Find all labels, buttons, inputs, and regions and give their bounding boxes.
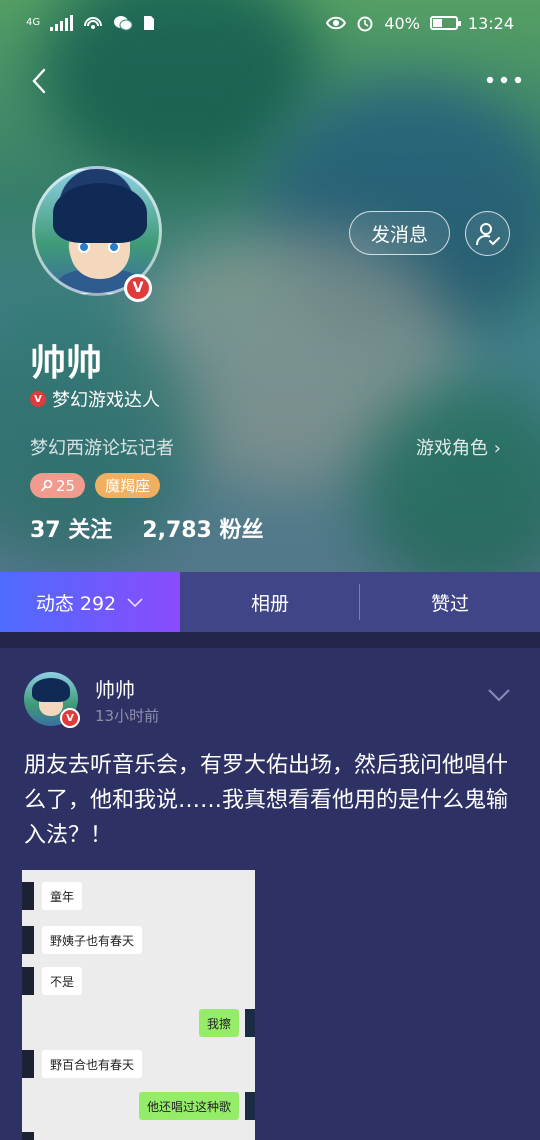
back-arrow-icon[interactable] [26,64,54,98]
chat-bubble: 野百合也有春天 [42,1050,143,1078]
post-image[interactable]: 童年 野姨子也有春天 不是 我擦 野百合也有春天 他还唱过这种歌 [22,870,255,1140]
tab-album[interactable]: 相册 [180,572,360,632]
chat-bubble: 童年 [42,882,83,910]
profile-stats: 37 关注 2,783 粉丝 [30,512,264,544]
post-timestamp: 13小时前 [95,707,160,725]
user-check-icon [475,222,500,245]
post-menu-chevron-icon[interactable] [486,686,512,704]
verified-small-icon: V [30,391,46,407]
game-role-link[interactable]: 游戏角色 › [416,434,501,460]
profile-tabs: 动态 292 相册 赞过 [0,572,540,632]
more-options-icon[interactable] [484,70,524,90]
tab-liked[interactable]: 赞过 [360,572,540,632]
tab-posts[interactable]: 动态 292 [0,572,180,632]
level-tag: 25 [30,473,86,498]
tab-posts-label: 动态 292 [35,592,117,615]
eye-icon [326,16,347,30]
profile-name: 帅帅 [30,343,103,384]
battery-icon [429,16,461,30]
chevron-down-icon [127,598,143,608]
post-text: 朋友去听音乐会，有罗大佑出场，然后我问他唱什么了，他和我说……我真想看看他用的是… [24,753,509,848]
post-card: V 帅帅 13小时前 朋友去听音乐会，有罗大佑出场，然后我问他唱什么了，他和我说… [0,648,540,1140]
chat-bubble: 我擦 [198,1009,239,1037]
hotspot-icon [84,17,103,29]
profile-tags: 25 魔羯座 [30,473,161,498]
zodiac-tag: 魔羯座 [95,473,161,498]
chat-bubble: 野姨子也有春天 [42,926,143,954]
section-divider [0,632,540,648]
status-bar: 4G 40% 13:24 [0,0,540,46]
fans-count[interactable]: 2,783 粉丝 [142,512,263,544]
send-message-button[interactable]: 发消息 [349,211,450,255]
title-text: 梦幻游戏达人 [52,390,160,411]
post-verified-badge: V [60,708,80,728]
signal-icon [50,15,74,31]
verified-badge: V [124,274,152,302]
profile-title: V 梦幻游戏达人 [30,386,160,412]
profile-subtitle: 梦幻西游论坛记者 [30,438,174,459]
post-author-name[interactable]: 帅帅 [95,674,135,703]
clock: 13:24 [467,13,514,33]
network-type: 4G [26,17,41,28]
level-value: 25 [56,476,76,495]
chat-bubble: 他还唱过这种歌 [138,1092,239,1120]
wechat-icon [114,16,133,31]
sim-icon [144,16,155,30]
chat-bubble: 不是 [42,967,83,995]
alarm-icon [357,16,373,32]
following-count[interactable]: 37 关注 [30,512,112,544]
battery-percent: 40% [384,13,420,33]
key-icon [40,479,53,492]
follow-user-button[interactable] [465,211,510,256]
